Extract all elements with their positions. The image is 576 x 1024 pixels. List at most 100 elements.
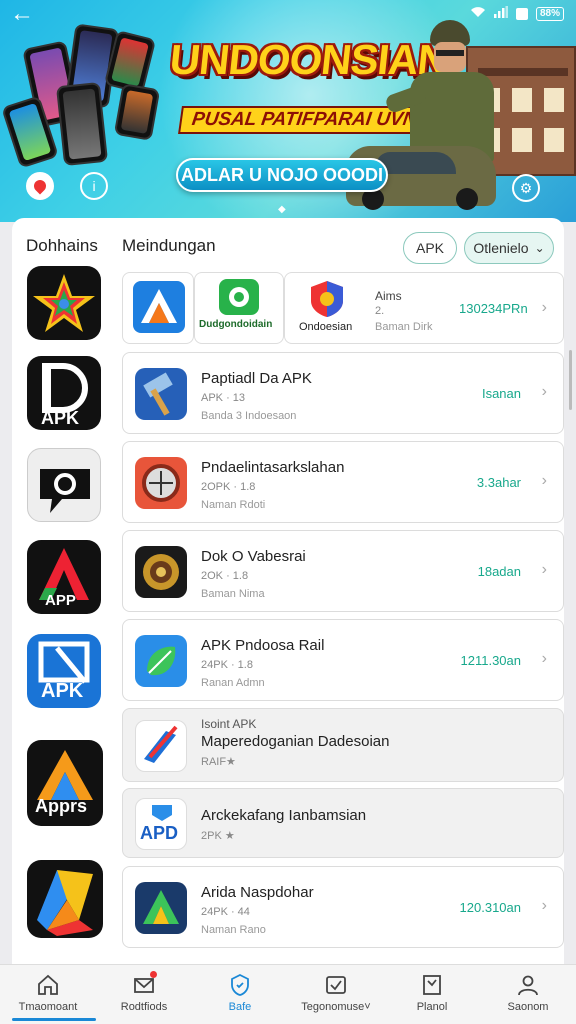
back-arrow-icon[interactable]: ←: [10, 2, 34, 26]
tab-meindungan[interactable]: Meindungan: [122, 236, 216, 256]
sort-dropdown[interactable]: Otlenielo ⌄: [464, 232, 554, 264]
app-card-c-label: Ondoesian: [299, 321, 353, 333]
scrollbar[interactable]: [569, 350, 572, 410]
d-apk-logo-icon[interactable]: APK: [27, 356, 101, 430]
app-name: Pndaelintasarkslahan: [201, 459, 345, 476]
app-row[interactable]: Isoint APK Maperedoganian Dadesoian RAIF…: [122, 708, 564, 782]
app-meta: 2OPK · 1.8: [201, 481, 256, 493]
apprs-logo-icon[interactable]: Apprs: [27, 740, 103, 826]
app-row[interactable]: APK Pndoosa Rail 24PK · 1.8 Ranan Admn 1…: [122, 619, 564, 701]
nav-planol-label: Planol: [416, 1001, 448, 1013]
app-name: Aims: [375, 289, 402, 303]
nav-tegonomuse-label: Tegonomuse˅: [301, 1001, 371, 1013]
nav-mail[interactable]: Rodtfiods: [96, 965, 192, 1024]
app-meta: 2PK ★: [201, 830, 235, 842]
app-name: Dok O Vabesrai: [201, 548, 306, 565]
chevron-right-icon: ›: [541, 650, 547, 667]
chevron-right-icon: ›: [541, 897, 547, 914]
app-card-a[interactable]: [122, 272, 194, 344]
bottom-navigation: Tmaomoant Rodtfiods Bafe Tegonomuse˅ Pla…: [0, 964, 576, 1024]
nav-bafe[interactable]: Bafe: [192, 965, 288, 1024]
app-size: 120.310an: [459, 900, 521, 915]
app-meta: 24PK · 44: [201, 906, 250, 918]
chat-logo-icon[interactable]: [27, 448, 101, 522]
app-name: APK Pndoosa Rail: [201, 637, 325, 654]
app-row[interactable]: Dok O Vabesrai 2OK · 1.8 Baman Nima 18ad…: [122, 530, 564, 612]
info-icon[interactable]: i: [80, 172, 108, 200]
app-name: Maperedoganian Dadesoian: [201, 733, 390, 750]
app-meta: APK · 13: [201, 392, 246, 404]
app-meta: 24PK · 1.8: [201, 659, 253, 671]
app-developer: Baman Nima: [201, 588, 265, 600]
app-developer: Naman Rano: [201, 924, 266, 936]
nav-tegonomuse[interactable]: Tegonomuse˅: [288, 965, 384, 1024]
apk-box-logo-label: APK: [41, 680, 84, 702]
star-logo-icon[interactable]: [27, 266, 101, 340]
nav-saonom[interactable]: Saonom: [480, 965, 576, 1024]
app-row[interactable]: Arida Naspdohar 24PK · 44 Naman Rano 120…: [122, 866, 564, 948]
app-card-b-label: Dudgondoidain: [199, 319, 273, 330]
app-name: Arckekafang Ianbamsian: [201, 807, 367, 824]
app-size: 18adan: [477, 564, 521, 579]
signal-icon: [493, 6, 508, 21]
chevron-right-icon: ›: [541, 561, 547, 578]
chevron-right-icon: ›: [541, 383, 547, 400]
carousel-indicator: ◆: [278, 204, 286, 215]
app-row[interactable]: Pndaelintasarkslahan 2OPK · 1.8 Naman Rd…: [122, 441, 564, 523]
app-developer: Banda 3 Indoesaon: [201, 410, 297, 422]
profile-icon: [518, 975, 538, 996]
shield-icon: [231, 973, 249, 996]
banner-cta-button[interactable]: ADLAR U NOJO OOODI: [176, 158, 388, 192]
app-row[interactable]: APD Arckekafang Ianbamsian 2PK ★: [122, 788, 564, 858]
sort-dropdown-label: Otlenielo: [473, 240, 529, 256]
a-apk-logo-icon[interactable]: APP: [27, 540, 101, 614]
planner-icon: [423, 975, 441, 995]
tab-dohhains[interactable]: Dohhains: [26, 236, 98, 256]
nav-bafe-label: Bafe: [228, 1001, 252, 1013]
green-app-icon: [219, 279, 259, 315]
app-size: 1211.30an: [460, 653, 522, 668]
nav-planol[interactable]: Planol: [384, 965, 480, 1024]
nav-home-label: Tmaomoant: [18, 1001, 78, 1013]
chevron-right-icon: ›: [541, 299, 547, 316]
apk-pen-app-icon: [135, 720, 187, 772]
app-developer: Baman Dirk: [375, 321, 433, 333]
settings-gear-icon[interactable]: ⚙: [512, 174, 540, 202]
square-icon: [515, 7, 528, 20]
app-size: Isanan: [481, 386, 521, 401]
app-meta: 2.: [375, 305, 385, 317]
app-developer: Naman Rdoti: [201, 499, 266, 511]
nav-mail-label: Rodtfiods: [120, 1001, 168, 1013]
home-icon: [38, 974, 58, 995]
app-size: 130234PRn: [459, 301, 528, 316]
app-size: 3.3ahar: [476, 475, 521, 490]
colorful-logo-icon[interactable]: [27, 860, 103, 938]
apk-filter-button[interactable]: APK: [403, 232, 457, 264]
app-meta: RAIF★: [201, 756, 236, 768]
nav-home[interactable]: Tmaomoant: [0, 965, 96, 1024]
checkmark-icon: [326, 976, 346, 994]
phones-illustration: [1, 23, 161, 174]
app-top-label: Isoint APK: [201, 717, 257, 731]
apprs-logo-label: Apprs: [35, 796, 88, 816]
wifi-icon: [470, 6, 486, 21]
a-apk-logo-label: APP: [45, 592, 76, 609]
status-bar: 88%: [470, 6, 564, 21]
compass-app-icon: [135, 457, 187, 509]
promo-banner[interactable]: ← 88% UNDOONSIAN PUSAL PATIFPARAI UVNA A…: [0, 0, 576, 222]
active-tab-indicator: [12, 1018, 96, 1021]
leaf-app-icon: [135, 635, 187, 687]
emblem-app-icon: [135, 546, 187, 598]
pin-icon[interactable]: [26, 172, 54, 200]
apk-box-logo-icon[interactable]: APK: [27, 634, 101, 708]
chevron-down-icon: ⌄: [534, 241, 545, 255]
app-card-b[interactable]: Dudgondoidain: [194, 272, 284, 344]
app-card-c[interactable]: Ondoesian Aims 2. Baman Dirk 130234PRn ›: [284, 272, 564, 344]
a-logo-icon: [133, 281, 185, 333]
chevron-right-icon: ›: [541, 472, 547, 489]
app-row[interactable]: Paptiadl Da APK APK · 13 Banda 3 Indoesa…: [122, 352, 564, 434]
app-name: Paptiadl Da APK: [201, 370, 312, 387]
nav-saonom-label: Saonom: [507, 1001, 549, 1013]
shield-logo-icon: [307, 279, 347, 319]
apd-app-icon: APD: [135, 798, 187, 850]
